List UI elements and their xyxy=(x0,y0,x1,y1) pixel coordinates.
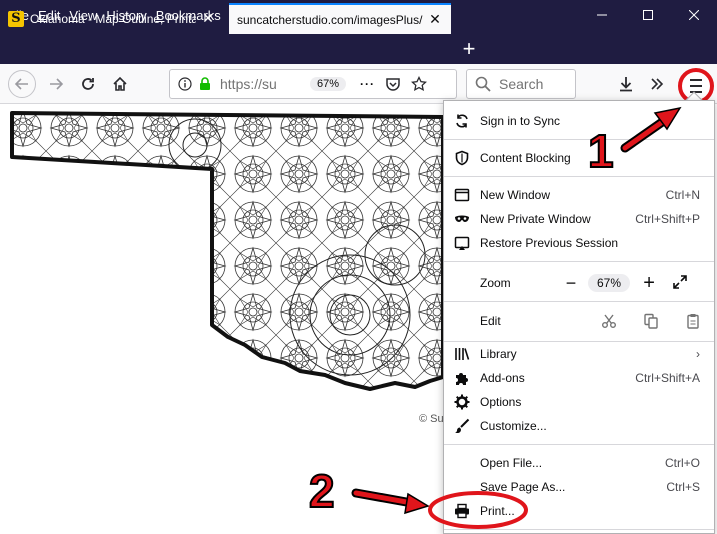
step-2-number: 2 xyxy=(308,465,336,517)
tutorial-annotations xyxy=(351,106,682,529)
step-1-number: 1 xyxy=(587,125,615,177)
